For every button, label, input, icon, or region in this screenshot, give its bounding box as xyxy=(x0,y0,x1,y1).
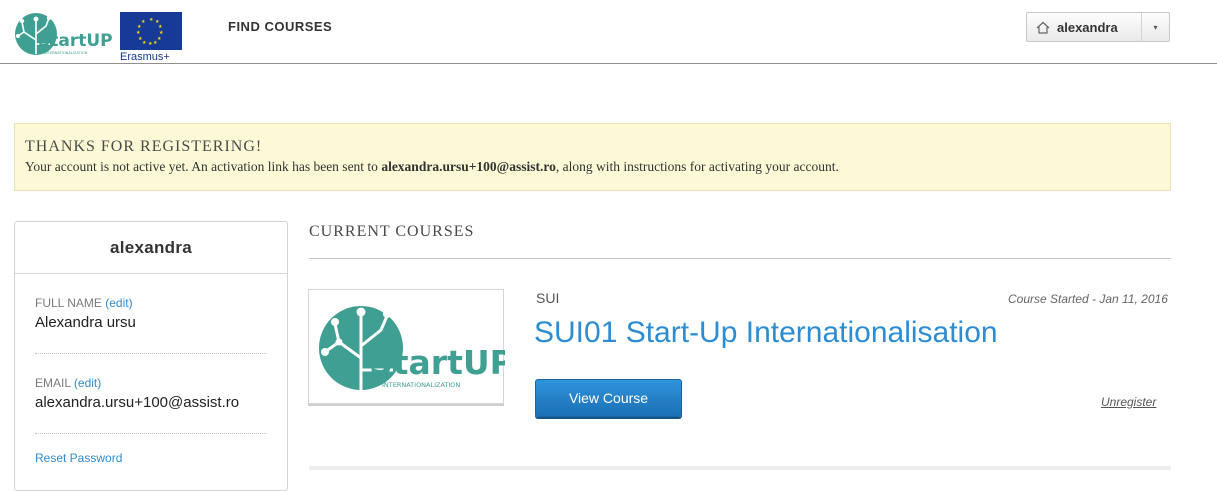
nav-find-courses[interactable]: FIND COURSES xyxy=(228,19,332,34)
svg-text:StartUP: StartUP xyxy=(369,343,505,382)
full-name-field: FULL NAME (edit) Alexandra ursu xyxy=(35,274,267,354)
caret-down-icon[interactable]: ▾ xyxy=(1141,13,1169,41)
banner-message-after: , along with instructions for activating… xyxy=(555,159,839,174)
course-status-date: Course Started - Jan 11, 2016 xyxy=(1008,292,1168,306)
svg-text:INTERNATIONALIZATION: INTERNATIONALIZATION xyxy=(382,381,460,389)
banner-title: THANKS FOR REGISTERING! xyxy=(25,138,263,155)
email-value: alexandra.ursu+100@assist.ro xyxy=(35,394,240,411)
edit-full-name-link[interactable]: (edit) xyxy=(105,296,132,310)
course-title-link[interactable]: SUI01 Start-Up Internationalisation xyxy=(534,316,998,350)
user-menu-username[interactable]: alexandra xyxy=(1055,20,1141,35)
svg-text:★: ★ xyxy=(157,36,162,42)
full-name-label-text: FULL NAME xyxy=(35,296,102,310)
svg-text:★: ★ xyxy=(138,36,143,42)
email-label-text: EMAIL xyxy=(35,376,71,390)
profile-username: alexandra xyxy=(15,222,287,274)
banner-email: alexandra.ursu+100@assist.ro xyxy=(381,159,556,174)
svg-text:★: ★ xyxy=(153,40,158,46)
svg-text:★: ★ xyxy=(148,41,153,47)
reset-password-link[interactable]: Reset Password xyxy=(35,434,267,465)
section-divider xyxy=(309,258,1171,259)
startup-logo[interactable]: StartUP INTERNATIONALIZATION xyxy=(14,10,116,58)
view-course-button[interactable]: View Course xyxy=(535,379,682,417)
home-icon[interactable] xyxy=(1027,21,1055,34)
eu-flag-icon: ★ ★ ★ ★ ★ ★ ★ ★ ★ ★ ★ ★ xyxy=(120,12,182,50)
svg-text:★: ★ xyxy=(141,19,146,25)
full-name-value: Alexandra ursu xyxy=(35,314,136,331)
svg-text:StartUP: StartUP xyxy=(38,31,113,51)
site-header: StartUP INTERNATIONALIZATION ★ ★ ★ ★ ★ ★ ★ ★ ★… xyxy=(0,0,1217,64)
course-org: SUI xyxy=(536,290,560,306)
svg-text:INTERNATIONALIZATION: INTERNATIONALIZATION xyxy=(44,51,88,55)
erasmus-logo: ★ ★ ★ ★ ★ ★ ★ ★ ★ ★ ★ ★ Erasmus+ xyxy=(120,12,182,63)
erasmus-label: Erasmus+ xyxy=(120,51,170,63)
course-card-divider xyxy=(309,466,1171,470)
svg-text:★: ★ xyxy=(149,17,154,23)
email-label: EMAIL (edit) xyxy=(35,376,267,390)
email-field: EMAIL (edit) alexandra.ursu+100@assist.r… xyxy=(35,354,267,434)
user-menu-button[interactable]: alexandra ▾ xyxy=(1026,12,1170,42)
profile-sidebar: alexandra FULL NAME (edit) Alexandra urs… xyxy=(14,221,288,491)
registration-banner: THANKS FOR REGISTERING! Your account is … xyxy=(14,123,1171,191)
full-name-label: FULL NAME (edit) xyxy=(35,296,267,310)
current-courses-heading: CURRENT COURSES xyxy=(309,223,475,240)
banner-message-before: Your account is not active yet. An activ… xyxy=(25,159,382,174)
unregister-link[interactable]: Unregister xyxy=(1101,395,1156,409)
svg-text:★: ★ xyxy=(142,40,147,46)
course-image[interactable]: StartUP INTERNATIONALIZATION xyxy=(308,289,514,404)
banner-message: Your account is not active yet. An activ… xyxy=(25,159,1160,175)
svg-text:★: ★ xyxy=(136,30,141,36)
edit-email-link[interactable]: (edit) xyxy=(74,376,101,390)
